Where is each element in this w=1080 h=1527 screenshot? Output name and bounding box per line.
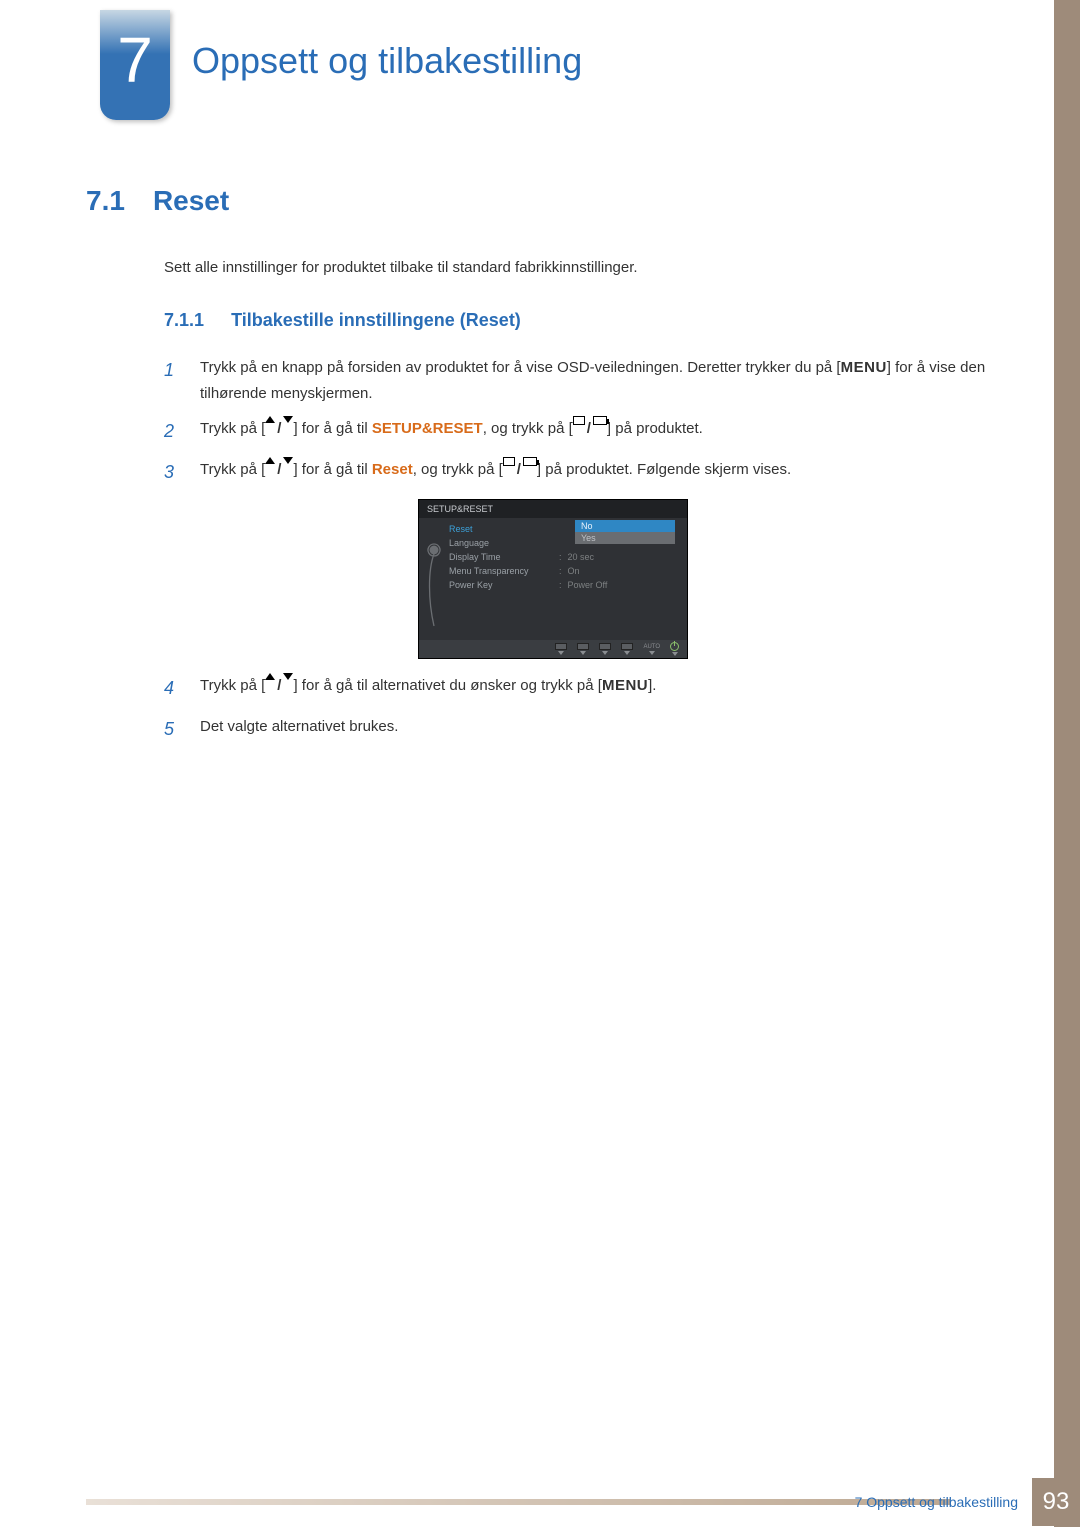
section-number: 7.1 <box>86 185 125 217</box>
footer-chapter-ref: 7 Oppsett og tilbakestilling <box>855 1494 1018 1510</box>
chapter-header: 7 Oppsett og tilbakestilling <box>0 0 1080 10</box>
osd-screenshot: SETUP&RESET Reset Language Display Time … <box>418 499 688 659</box>
step-number: 3 <box>164 457 182 488</box>
step-text: Trykk på [/] for å gå til Reset, og tryk… <box>200 457 791 488</box>
osd-btn-power-icon <box>670 642 679 656</box>
step-text: Det valgte alternativet brukes. <box>200 714 398 745</box>
osd-item-reset: Reset <box>449 522 549 536</box>
step-text: Trykk på en knapp på forsiden av produkt… <box>200 355 1020 406</box>
osd-btn-down-icon <box>577 643 589 655</box>
page: 7 Oppsett og tilbakestilling 7.1 Reset S… <box>0 0 1080 1527</box>
osd-option-yes: Yes <box>575 532 675 544</box>
up-down-arrows-icon: / <box>265 457 293 483</box>
osd-item-display-time: Display Time <box>449 550 549 564</box>
step-3: 3 Trykk på [/] for å gå til Reset, og tr… <box>164 457 1020 488</box>
osd-side-icon <box>425 540 443 630</box>
osd-menu-list: Reset Language Display Time Menu Transpa… <box>449 522 549 592</box>
osd-option-no: No <box>575 520 675 532</box>
step-number: 4 <box>164 673 182 704</box>
chapter-title: Oppsett og tilbakestilling <box>192 40 582 82</box>
subsection-number: 7.1.1 <box>164 310 204 330</box>
step-4: 4 Trykk på [/] for å gå til alternativet… <box>164 673 1020 704</box>
osd-bottom-bar: AUTO <box>419 640 687 658</box>
setup-reset-label: SETUP&RESET <box>372 420 483 437</box>
subsection-title: Tilbakestille innstillingene (Reset) <box>231 310 521 330</box>
osd-item-power-key: Power Key <box>449 578 549 592</box>
osd-btn-enter-icon <box>621 643 633 655</box>
footer: 7 Oppsett og tilbakestilling 93 <box>0 1477 1080 1527</box>
subsection-heading: 7.1.1 Tilbakestille innstillingene (Rese… <box>164 310 1020 331</box>
osd-btn-auto: AUTO <box>643 644 660 655</box>
section-intro: Sett alle innstillinger for produktet ti… <box>164 259 1020 276</box>
osd-btn-up-icon <box>599 643 611 655</box>
osd-item-language: Language <box>449 536 549 550</box>
section-title: Reset <box>153 185 229 217</box>
osd-item-menu-transparency: Menu Transparency <box>449 564 549 578</box>
osd-options: No Yes <box>575 520 675 544</box>
reset-label: Reset <box>372 461 413 478</box>
osd-btn-back-icon <box>555 643 567 655</box>
step-5: 5 Det valgte alternativet brukes. <box>164 714 1020 745</box>
steps-list: 1 Trykk på en knapp på forsiden av produ… <box>164 355 1020 487</box>
up-down-arrows-icon: / <box>265 673 293 699</box>
step-number: 1 <box>164 355 182 406</box>
step-text: Trykk på [/] for å gå til SETUP&RESET, o… <box>200 416 703 447</box>
menu-label: MENU <box>841 359 887 376</box>
side-strip <box>1054 0 1080 1527</box>
osd-val-menu-transparency: On <box>568 566 580 576</box>
page-number: 93 <box>1032 1478 1080 1526</box>
step-1: 1 Trykk på en knapp på forsiden av produ… <box>164 355 1020 406</box>
up-down-arrows-icon: / <box>265 416 293 442</box>
osd-val-display-time: 20 sec <box>568 552 595 562</box>
section-heading: 7.1 Reset <box>86 185 1020 217</box>
footer-divider <box>86 1499 950 1505</box>
osd-title: SETUP&RESET <box>419 500 687 518</box>
input-source-icon: / <box>503 457 537 483</box>
step-2: 2 Trykk på [/] for å gå til SETUP&RESET,… <box>164 416 1020 447</box>
step-text: Trykk på [/] for å gå til alternativet d… <box>200 673 656 704</box>
menu-label: MENU <box>602 677 648 694</box>
osd-val-power-key: Power Off <box>568 580 608 590</box>
steps-list-2: 4 Trykk på [/] for å gå til alternativet… <box>164 673 1020 744</box>
step-number: 5 <box>164 714 182 745</box>
step-number: 2 <box>164 416 182 447</box>
chapter-number-tab: 7 <box>100 10 170 120</box>
input-source-icon: / <box>573 416 607 442</box>
section-7-1: 7.1 Reset Sett alle innstillinger for pr… <box>86 185 1020 754</box>
